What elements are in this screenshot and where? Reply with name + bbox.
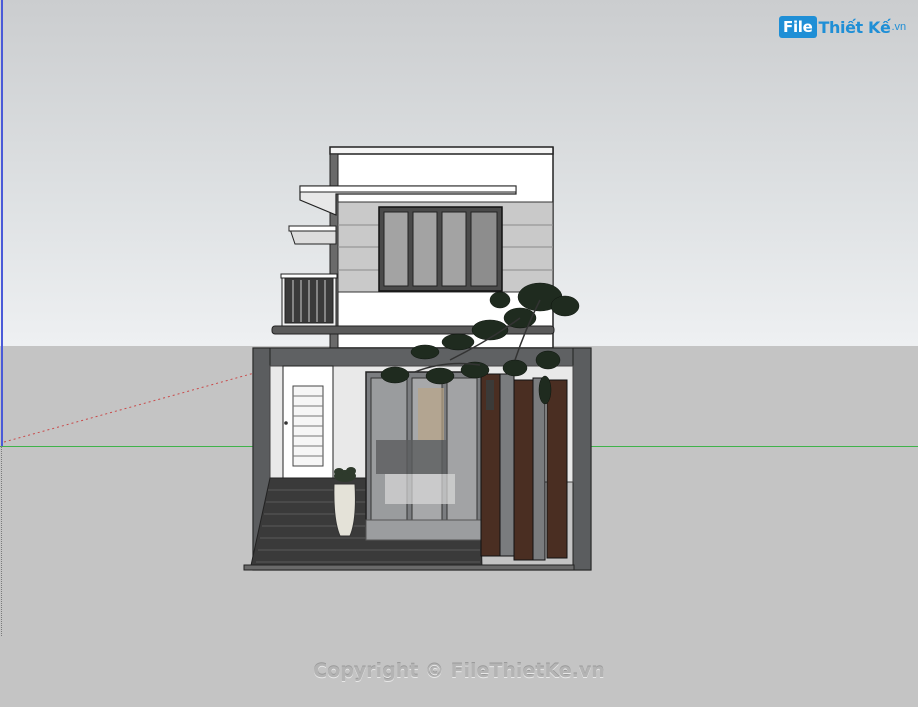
frame-right-column [572, 347, 592, 571]
potted-plant [333, 483, 356, 537]
floor-slab [271, 325, 555, 335]
logo-suffix: .vn [891, 21, 907, 33]
copyright-watermark: Copyright © FileThietKe.vn [313, 660, 605, 682]
logo-name: Thiết Kế [818, 17, 891, 37]
house-model[interactable] [0, 0, 918, 707]
ground-line [243, 564, 575, 571]
logo-badge: File [779, 16, 817, 38]
roof-slab [329, 146, 554, 155]
brand-logo[interactable]: File Thiết Kế .vn [779, 14, 906, 40]
red-axis-line [3, 371, 259, 443]
tree-trunk [486, 380, 494, 410]
